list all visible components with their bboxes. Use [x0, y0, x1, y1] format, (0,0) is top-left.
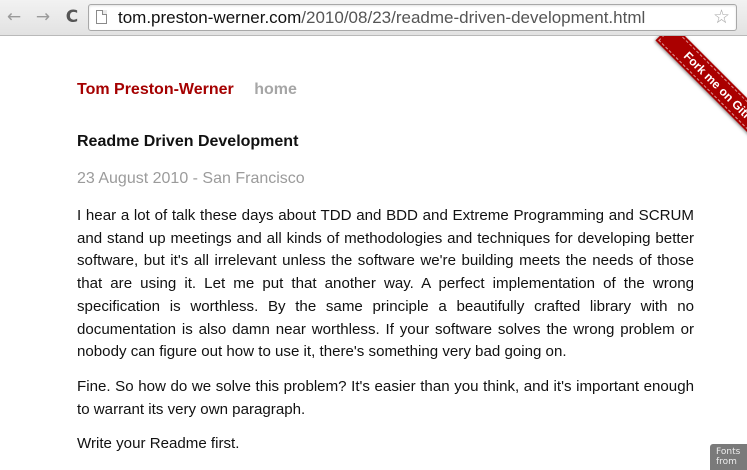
- badge-line: Fonts: [716, 447, 741, 457]
- post-body: I hear a lot of talk these days about TD…: [77, 205, 694, 468]
- post-paragraph: Fine. So how do we solve this problem? I…: [77, 377, 694, 418]
- badge-line: from: [716, 457, 737, 467]
- browser-toolbar: ← → C tom.preston-werner.com/2010/08/23/…: [0, 0, 747, 36]
- url-path: /2010/08/23/readme-driven-development.ht…: [301, 8, 646, 27]
- url-text[interactable]: tom.preston-werner.com/2010/08/23/readme…: [118, 8, 645, 28]
- bookmark-star-icon[interactable]: ☆: [713, 6, 730, 28]
- fork-me-ribbon[interactable]: Fork me on GitHub: [655, 36, 747, 156]
- post-paragraph: I hear a lot of talk these days about TD…: [77, 207, 694, 361]
- site-title-link[interactable]: Tom Preston-Werner: [77, 81, 234, 98]
- forward-arrow-icon[interactable]: →: [33, 6, 53, 28]
- back-arrow-icon[interactable]: ←: [4, 6, 24, 28]
- post-date-location: 23 August 2010 - San Francisco: [77, 170, 305, 187]
- fonts-badge[interactable]: Fonts from: [710, 444, 747, 470]
- reload-icon[interactable]: C: [62, 6, 82, 28]
- post-paragraph: Write your Readme first.: [77, 435, 240, 453]
- home-link[interactable]: home: [254, 81, 297, 98]
- post-title: Readme Driven Development: [77, 133, 299, 150]
- fork-ribbon-container: Fork me on GitHub: [627, 36, 747, 156]
- page-icon: [96, 10, 107, 24]
- url-domain: tom.preston-werner.com: [118, 8, 302, 27]
- address-bar[interactable]: tom.preston-werner.com/2010/08/23/readme…: [88, 4, 737, 31]
- site-header: Tom Preston-Werner home: [77, 81, 297, 99]
